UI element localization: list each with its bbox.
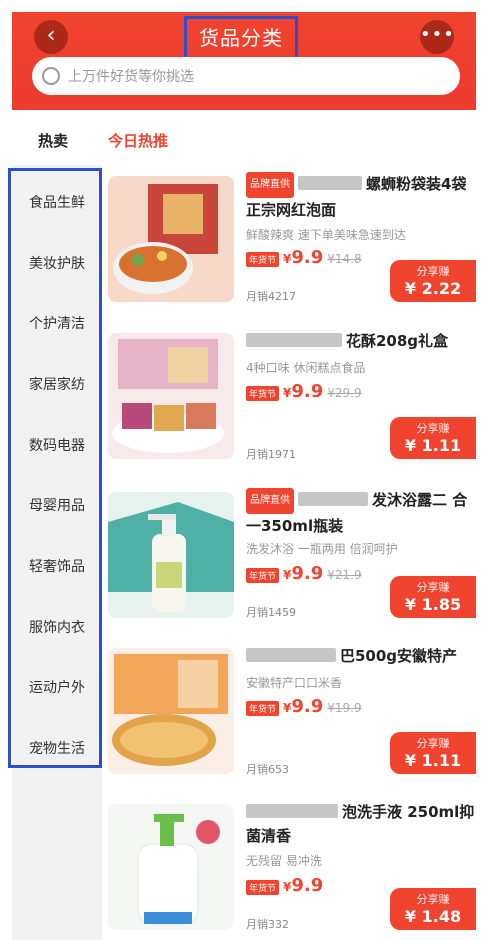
festival-badge: 年货节	[246, 386, 280, 401]
share-earn-button[interactable]: 分享赚 ¥ 1.11	[390, 732, 476, 774]
search-placeholder: 上万件好货等你挑选	[68, 69, 194, 85]
redacted-text	[246, 333, 342, 347]
product-image	[108, 492, 234, 618]
share-earn-button[interactable]: 分享赚 ¥ 1.11	[390, 417, 476, 459]
price-row: 年货节 ¥9.9 ¥19.9	[246, 696, 362, 717]
product-image	[108, 333, 234, 459]
original-price: ¥21.9	[327, 568, 362, 582]
share-amount: ¥ 2.22	[404, 279, 462, 298]
chevron-left-icon: ‹	[46, 23, 56, 48]
festival-badge: 年货节	[246, 880, 280, 895]
current-price: ¥9.9	[283, 381, 324, 402]
product-title: 品牌直供 螺蛳粉袋装4袋 正宗网红泡面	[246, 172, 476, 222]
share-amount: ¥ 1.48	[404, 907, 462, 926]
product-image	[108, 176, 234, 302]
product-title: 泡洗手液 250ml抑菌清香	[246, 803, 475, 845]
product-card[interactable]: 品牌直供 发沐浴露二 合一350ml瓶装 洗发沐浴 一瓶两用 倍润呵护 年货节 ¥…	[104, 484, 476, 636]
original-price: ¥19.9	[327, 701, 362, 715]
share-label: 分享赚	[416, 422, 450, 435]
product-card[interactable]: 巴500g安徽特产 安徽特产口口米香 年货节 ¥9.9 ¥19.9 月销653 …	[104, 640, 476, 792]
share-earn-button[interactable]: 分享赚 ¥ 1.85	[390, 576, 476, 618]
redacted-text	[298, 492, 368, 506]
search-input[interactable]: 上万件好货等你挑选	[32, 57, 460, 95]
redacted-text	[298, 176, 362, 190]
product-image	[108, 648, 234, 774]
price-row: 年货节 ¥9.9	[246, 875, 323, 896]
header-bar: ‹ 货品分类 ••• 上万件好货等你挑选	[12, 12, 476, 110]
product-card[interactable]: 花酥208g礼盒 4种口味 休闲糕点食品 年货节 ¥9.9 ¥29.9 月销19…	[104, 325, 476, 477]
current-price: ¥9.9	[283, 563, 324, 584]
product-card[interactable]: 泡洗手液 250ml抑菌清香 无残留 易冲洗 年货节 ¥9.9 月销332 分享…	[104, 796, 476, 940]
share-label: 分享赚	[416, 265, 450, 278]
product-subtitle: 洗发沐浴 一瓶两用 倍润呵护	[246, 542, 398, 556]
tab-hot[interactable]: 热卖	[38, 130, 68, 151]
brand-badge: 品牌直供	[246, 172, 294, 198]
product-title: 品牌直供 发沐浴露二 合一350ml瓶装	[246, 488, 476, 538]
back-button[interactable]: ‹	[34, 20, 68, 54]
monthly-sales: 月销653	[246, 763, 289, 776]
product-subtitle: 鲜酸辣爽 速下单美味急速到达	[246, 228, 406, 242]
product-image	[108, 804, 234, 930]
share-amount: ¥ 1.11	[404, 751, 462, 770]
product-subtitle: 4种口味 休闲糕点食品	[246, 361, 366, 375]
share-earn-button[interactable]: 分享赚 ¥ 1.48	[390, 888, 476, 930]
share-earn-button[interactable]: 分享赚 ¥ 2.22	[390, 260, 476, 302]
monthly-sales: 月销4217	[246, 290, 296, 303]
festival-badge: 年货节	[246, 568, 280, 583]
product-title: 巴500g安徽特产	[246, 644, 476, 668]
original-price: ¥14.8	[327, 252, 362, 266]
monthly-sales: 月销332	[246, 918, 289, 931]
product-card[interactable]: 品牌直供 螺蛳粉袋装4袋 正宗网红泡面 鲜酸辣爽 速下单美味急速到达 年货节 ¥9…	[104, 168, 476, 320]
current-price: ¥9.9	[283, 247, 324, 268]
price-row: 年货节 ¥9.9 ¥29.9	[246, 381, 362, 402]
more-dots-icon: •••	[420, 24, 455, 45]
share-amount: ¥ 1.11	[404, 436, 462, 455]
tab-bar: 热卖 今日热推	[0, 118, 488, 162]
brand-badge: 品牌直供	[246, 488, 294, 514]
price-row: 年货节 ¥9.9 ¥21.9	[246, 563, 362, 584]
tab-today-recommended[interactable]: 今日热推	[108, 130, 168, 151]
price-row: 年货节 ¥9.9 ¥14.8	[246, 247, 362, 268]
festival-badge: 年货节	[246, 701, 280, 716]
share-label: 分享赚	[416, 737, 450, 750]
festival-badge: 年货节	[246, 252, 280, 267]
product-subtitle: 无残留 易冲洗	[246, 854, 322, 868]
monthly-sales: 月销1971	[246, 448, 296, 461]
current-price: ¥9.9	[283, 875, 324, 896]
search-icon	[42, 67, 60, 85]
page-title: 货品分类	[184, 16, 298, 60]
redacted-text	[246, 804, 338, 818]
original-price: ¥29.9	[327, 386, 362, 400]
product-title: 花酥208g礼盒	[246, 329, 476, 353]
share-label: 分享赚	[416, 893, 450, 906]
current-price: ¥9.9	[283, 696, 324, 717]
share-label: 分享赚	[416, 581, 450, 594]
redacted-text	[246, 648, 336, 662]
product-subtitle: 安徽特产口口米香	[246, 676, 343, 690]
monthly-sales: 月销1459	[246, 606, 296, 619]
sidebar-annotation-box	[8, 168, 102, 768]
share-amount: ¥ 1.85	[404, 595, 462, 614]
more-button[interactable]: •••	[420, 20, 454, 54]
